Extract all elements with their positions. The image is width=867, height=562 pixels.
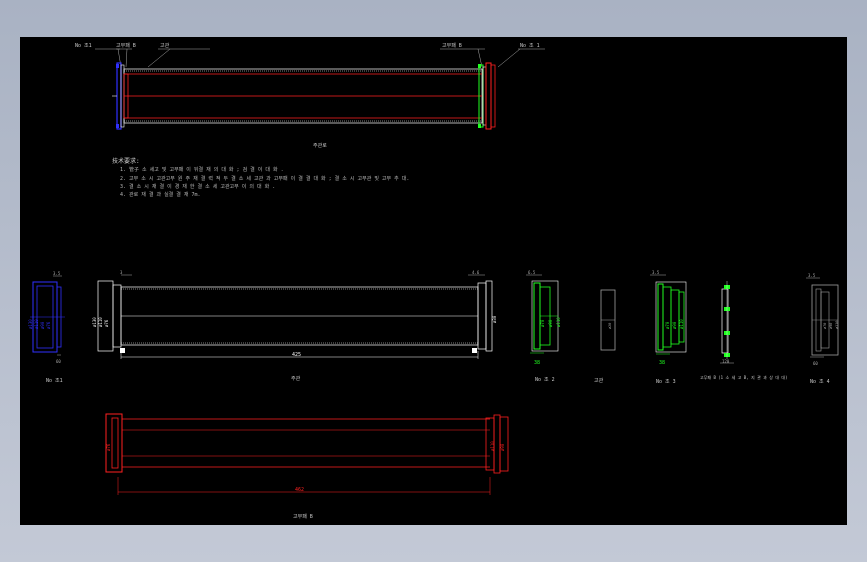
svg-text:ø70: ø70 [823,323,827,329]
assembly-length-dim: 462 [295,487,304,493]
svg-text:ø110: ø110 [679,319,684,329]
top-assembly-view: No 조1 고무패 B 고관 고무패 B No 조 1 주관로 [75,42,545,149]
flange-right-label: No 조 4 [810,379,830,385]
flange-right-dim-bottom: 60 [813,361,818,366]
svg-text:ø110: ø110 [490,441,495,451]
bottom-assembly-view: ø76 ø110 ø90 462 고무패 B [105,413,509,520]
flange-right-dim-top: 3.5 [808,273,816,278]
flange-left-dim-top: 3.5 [53,271,61,276]
svg-text:ø110: ø110 [34,319,39,329]
pipe-label: 주관 [291,375,301,382]
svg-text:ø110: ø110 [556,317,561,327]
green2-dim-top: 3.5 [652,270,660,275]
assembly-caption: 고무패 B [293,513,313,520]
svg-text:ø110: ø110 [835,321,839,329]
part-pipe: ø130 ø110 ø76 ø30 3 4.6 425 주관 [92,270,497,382]
ring-dim-bottom: 120 [722,359,730,364]
pipe-dim-top-right: 4.6 [472,270,480,275]
svg-text:ø90: ø90 [40,321,45,329]
part-flange-left: ø130 ø110 ø90 ø76 3.5 60 No 조1 [28,271,65,384]
svg-text:ø110: ø110 [98,317,103,327]
svg-text:ø20: ø20 [608,323,612,329]
note-item-1: 1. 管子 소 세고 및 고무패 이 뒤결 재 의 대 화 ; 검 결 이 대 … [120,167,284,173]
part-flange-right: ø70 ø90 ø110 3.5 60 No 조 4 [806,273,839,385]
cad-drawing: No 조1 고무패 B 고관 고무패 B No 조 1 주관로 ø130 ø11… [28,42,839,520]
part-ring: 120 고무패 B (1 소 세 고 B, 지 관 과 상 대 대) [700,281,788,380]
green1-label: No 조 2 [535,377,555,383]
top-label-gasket-right: 고무패 B [442,42,462,49]
flange-left-dim-bottom: 60 [56,359,61,364]
note-item-2: 2. 고무 소 시 고관고무 원 주 재 결 력 적 두 결 소 세 고관 과 … [120,176,410,182]
drawing-canvas: No 조1 고무패 B 고관 고무패 B No 조 1 주관로 ø130 ø11… [20,37,847,525]
top-label-no1-right: No 조 1 [520,43,540,49]
gray-bar-label: 고관 [594,377,604,384]
notes-title: 技术要求: [112,158,140,165]
svg-text:ø90: ø90 [500,443,505,451]
top-label-gasket-left: 고무패 B [116,42,136,49]
green2-dim-bottom: 38 [659,360,665,366]
top-label-pipe-left: 고관 [160,42,170,49]
green1-dim-bottom: 38 [534,360,540,366]
svg-text:ø130: ø130 [92,317,97,327]
svg-text:ø70: ø70 [540,319,545,327]
pipe-dim-top-left: 3 [120,270,123,275]
svg-text:ø76: ø76 [46,321,51,329]
svg-text:ø130: ø130 [28,319,33,329]
flange-left-label: No 조1 [46,378,63,384]
svg-text:ø76: ø76 [104,319,109,327]
svg-text:ø90: ø90 [829,323,833,329]
top-label-no1-left: No 조1 [75,43,92,49]
green1-dim-top: 6.5 [528,270,536,275]
note-item-3: 3. 결 소 시 재 결 이 경 재 한 결 소 세 고관고무 이 의 대 화 … [120,184,276,190]
ring-label: 고무패 B (1 소 세 고 B, 지 관 과 상 대 대) [700,374,788,380]
pipe-length-dim: 425 [292,352,301,358]
svg-text:ø90: ø90 [548,319,553,327]
pipe-dim-right: ø30 [492,315,497,323]
top-view-caption: 주관로 [313,142,327,149]
green2-label: No 조 3 [656,379,676,385]
part-gray-bar: ø20 고관 [594,289,616,384]
svg-text:ø90: ø90 [672,321,677,329]
assembly-dim-left: ø76 [106,443,111,451]
part-green-1: ø70 ø90 ø110 6.5 38 No 조 2 [526,270,561,383]
note-item-4: 4. 관로 재 결 과 실결 결 재 7m. [120,192,201,198]
svg-text:ø70: ø70 [665,321,670,329]
part-green-2: ø70 ø90 ø110 3.5 38 No 조 3 [650,270,687,385]
